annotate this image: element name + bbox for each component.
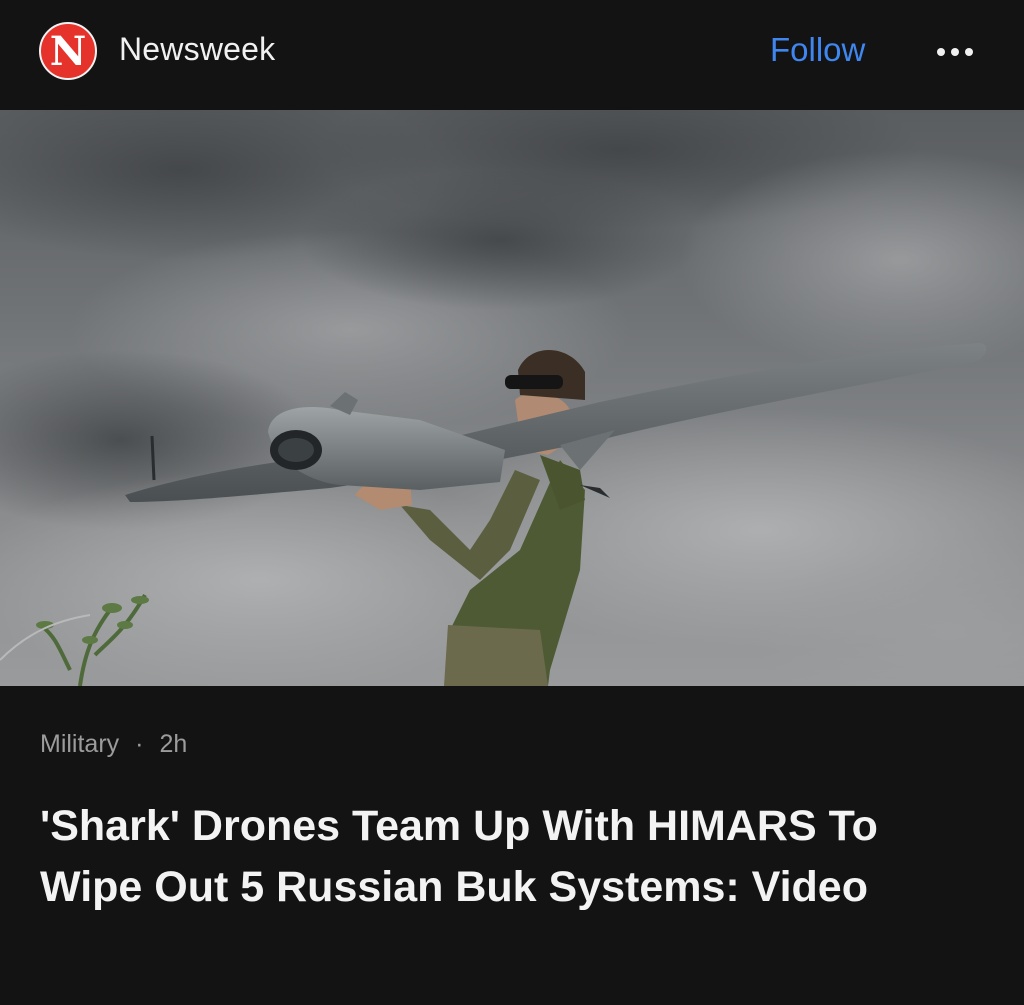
dot-icon [937,48,945,56]
more-options-icon[interactable] [926,30,984,74]
article-headline[interactable]: 'Shark' Drones Team Up With HIMARS To Wi… [40,796,980,918]
article-meta: Military · 2h [40,730,187,759]
source-header: N Newsweek Follow [0,0,1024,110]
article-age: 2h [159,730,188,758]
article-category[interactable]: Military [40,730,119,759]
logo-letter: N [49,28,87,75]
follow-button[interactable]: Follow [770,31,865,69]
newsweek-logo[interactable]: N [39,22,97,80]
hero-image[interactable] [0,110,1024,686]
dot-icon [951,48,959,56]
source-name[interactable]: Newsweek [119,31,275,68]
dot-icon [965,48,973,56]
meta-separator: · [135,730,144,758]
